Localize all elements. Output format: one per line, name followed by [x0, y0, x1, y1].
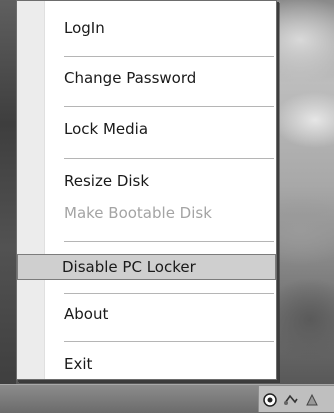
- menu-separator: [64, 106, 274, 107]
- desktop-window-edge: [0, 0, 16, 412]
- menu-item-resize-disk[interactable]: Resize Disk: [19, 168, 274, 194]
- menu-item-exit[interactable]: Exit: [19, 351, 274, 377]
- menu-item-about[interactable]: About: [19, 301, 274, 327]
- menu-separator: [64, 56, 274, 57]
- menu-item-disable-pc-locker[interactable]: Disable PC Locker: [17, 254, 276, 280]
- network-tray-icon[interactable]: [283, 392, 298, 406]
- menu-separator: [64, 341, 274, 342]
- menu-item-make-bootable-disk: Make Bootable Disk: [64, 204, 212, 222]
- menu-item-lock-media[interactable]: Lock Media: [19, 116, 274, 142]
- system-tray: [258, 386, 334, 412]
- menu-item-change-password[interactable]: Change Password: [19, 65, 274, 91]
- context-menu: LogIn Change Password Lock Media Resize …: [16, 0, 277, 380]
- menu-item-login[interactable]: LogIn: [19, 15, 274, 41]
- menu-separator: [64, 293, 274, 294]
- app-tray-icon[interactable]: [263, 392, 277, 407]
- menu-separator: [64, 241, 274, 242]
- tray-icon[interactable]: [305, 392, 319, 406]
- menu-separator: [64, 158, 274, 159]
